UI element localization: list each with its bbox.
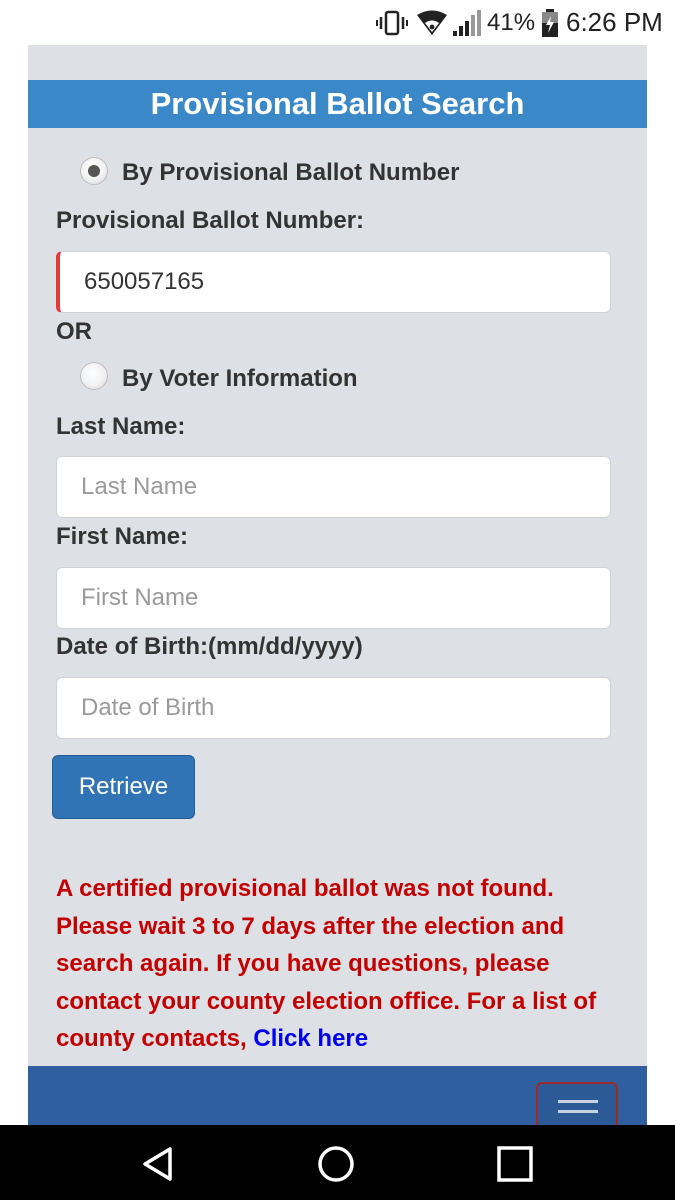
vibrate-icon bbox=[375, 0, 409, 45]
retrieve-button[interactable]: Retrieve bbox=[52, 755, 195, 819]
first-name-input[interactable] bbox=[56, 567, 611, 629]
search-panel: Provisional Ballot Search By Provisional… bbox=[28, 45, 647, 1132]
signal-icon bbox=[452, 0, 482, 45]
hamburger-icon-bar bbox=[558, 1110, 598, 1113]
footer-nav bbox=[28, 1066, 647, 1132]
or-separator: OR bbox=[56, 318, 92, 345]
ballot-number-input[interactable] bbox=[56, 251, 611, 313]
first-name-label: First Name: bbox=[56, 523, 189, 550]
battery-icon bbox=[540, 0, 560, 45]
hamburger-icon bbox=[558, 1100, 598, 1103]
last-name-input[interactable] bbox=[56, 456, 611, 518]
voter-info-option-label[interactable]: By Voter Information bbox=[122, 365, 358, 393]
voter-info-radio[interactable] bbox=[80, 362, 108, 390]
dob-input[interactable] bbox=[56, 677, 611, 739]
ballot-number-label: Provisional Ballot Number: bbox=[56, 207, 365, 234]
home-icon[interactable] bbox=[311, 1139, 361, 1189]
back-icon[interactable] bbox=[134, 1139, 184, 1189]
battery-percent: 41% bbox=[487, 8, 536, 36]
county-contacts-link[interactable]: Click here bbox=[253, 1025, 368, 1052]
title-bar: Provisional Ballot Search bbox=[28, 80, 647, 128]
ballot-number-radio[interactable] bbox=[80, 157, 108, 185]
status-bar: 41% 6:26 PM bbox=[0, 0, 675, 45]
not-found-message: A certified provisional ballot was not f… bbox=[56, 870, 626, 1058]
last-name-label: Last Name: bbox=[56, 413, 186, 440]
clock: 6:26 PM bbox=[566, 7, 663, 37]
wifi-icon bbox=[416, 0, 448, 45]
recents-icon[interactable] bbox=[490, 1139, 540, 1189]
page-title: Provisional Ballot Search bbox=[150, 86, 525, 121]
ballot-number-option-label[interactable]: By Provisional Ballot Number bbox=[122, 159, 459, 187]
navigation-bar bbox=[0, 1125, 675, 1200]
dob-label: Date of Birth:(mm/dd/yyyy) bbox=[56, 633, 363, 660]
